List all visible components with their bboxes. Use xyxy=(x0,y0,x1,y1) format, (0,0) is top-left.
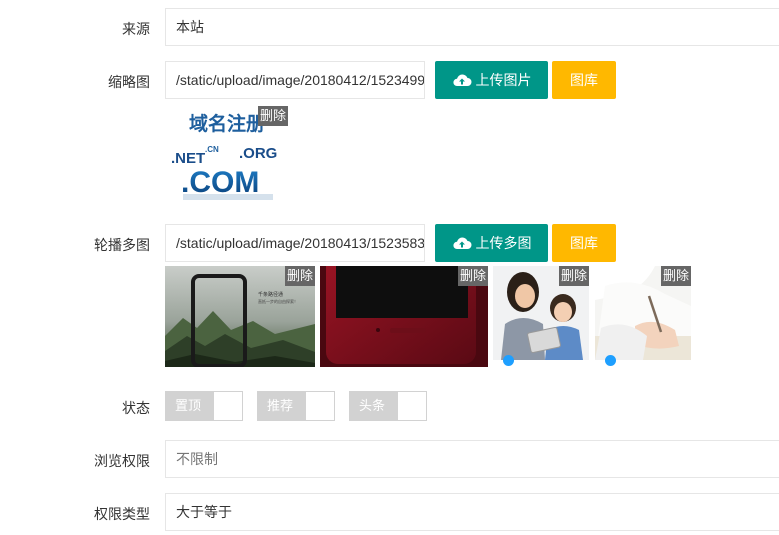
upload-image-label: 上传图片 xyxy=(475,72,532,88)
carousel-slide-3: 删除 xyxy=(493,266,589,360)
slide1-delete-button[interactable]: 删除 xyxy=(284,266,315,286)
toggle-recommend[interactable]: 推荐 xyxy=(257,391,335,421)
carousel-slide-1: 千条路径通 直抵一步的自由探索！ 删除 xyxy=(165,266,315,367)
thumbnail-delete-button[interactable]: 删除 xyxy=(258,106,289,126)
carousel-path-input[interactable]: /static/upload/image/20180413/1523583 xyxy=(165,224,425,262)
upload-multi-button[interactable]: 上传多图 xyxy=(435,224,548,262)
thumbnail-label: 缩略图 xyxy=(108,74,150,90)
source-label: 来源 xyxy=(122,21,150,37)
carousel-slide-4: 删除 xyxy=(595,266,691,360)
thumbnail-path-input[interactable]: /static/upload/image/20180412/1523499 xyxy=(165,61,425,99)
permission-type-select[interactable]: 大于等于 xyxy=(165,493,779,531)
upload-multi-label: 上传多图 xyxy=(475,235,532,251)
slide1-text-line2: 直抵一步的自由探索！ xyxy=(258,298,298,304)
thumb-text-org: .ORG xyxy=(239,145,277,162)
permission-type-label: 权限类型 xyxy=(94,506,150,522)
slide4-drag-handle[interactable] xyxy=(605,355,616,366)
carousel-label: 轮播多图 xyxy=(94,237,150,253)
source-input[interactable]: 本站 xyxy=(165,8,779,46)
thumb-text-line1: 域名注册 xyxy=(189,112,265,135)
toggle-recommend-label: 推荐 xyxy=(258,392,306,420)
slide3-drag-handle[interactable] xyxy=(503,355,514,366)
cloud-upload-icon xyxy=(452,74,471,86)
slide1-text-line1: 千条路径通 xyxy=(258,291,283,298)
browse-permission-select[interactable]: 不限制 xyxy=(165,440,779,478)
toggle-headline[interactable]: 头条 xyxy=(349,391,427,421)
thumb-text-cn: .CN xyxy=(205,145,219,154)
thumbnail-gallery-button[interactable]: 图库 xyxy=(552,61,616,99)
status-label: 状态 xyxy=(122,400,150,416)
upload-image-button[interactable]: 上传图片 xyxy=(435,61,548,99)
slide3-delete-button[interactable]: 删除 xyxy=(558,266,589,286)
toggle-top-label: 置顶 xyxy=(166,392,214,420)
toggle-top[interactable]: 置顶 xyxy=(165,391,243,421)
cloud-upload-icon xyxy=(452,237,471,249)
slide4-delete-button[interactable]: 删除 xyxy=(660,266,691,286)
thumb-text-net: .NET xyxy=(171,150,205,167)
carousel-slide-2: 删除 xyxy=(320,266,488,367)
slide2-delete-button[interactable]: 删除 xyxy=(457,266,488,286)
carousel-gallery-button[interactable]: 图库 xyxy=(552,224,616,262)
toggle-headline-label: 头条 xyxy=(350,392,398,420)
browse-permission-label: 浏览权限 xyxy=(94,453,150,469)
